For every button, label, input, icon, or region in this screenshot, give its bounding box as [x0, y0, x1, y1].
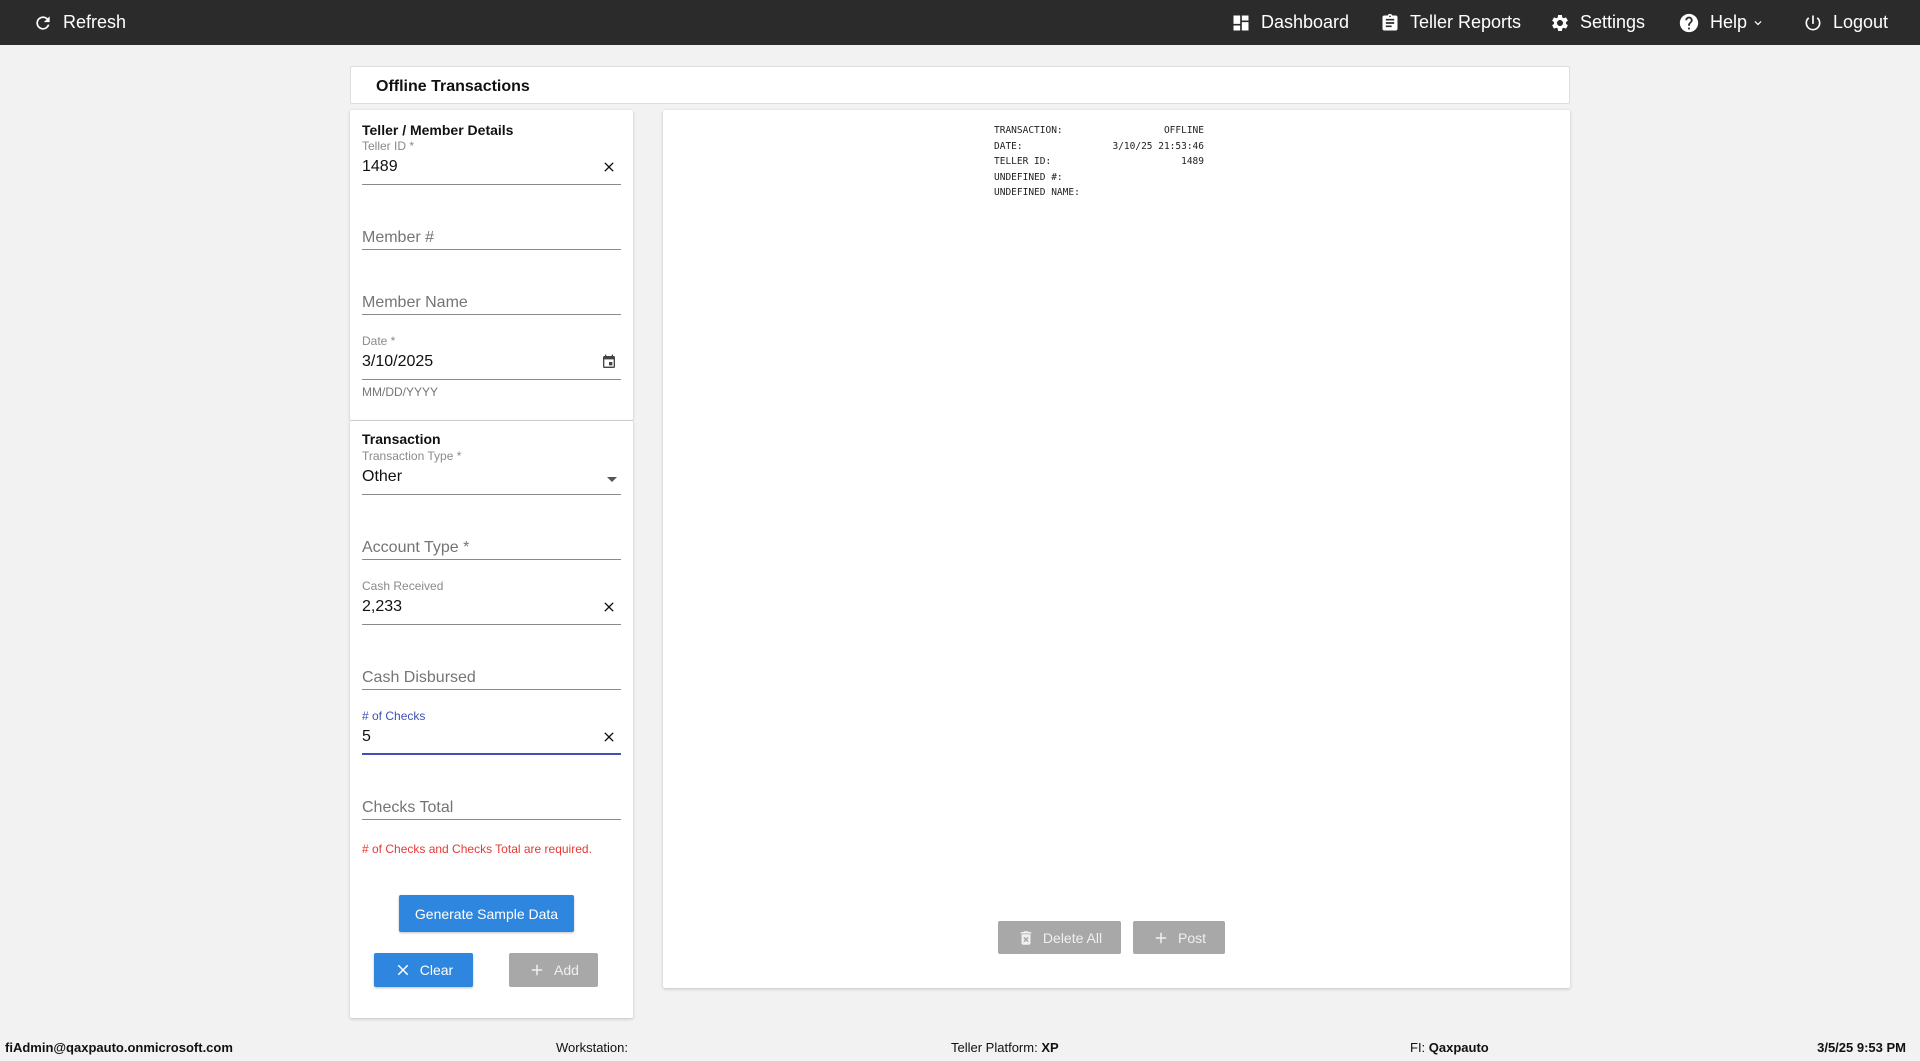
logout-label: Logout: [1833, 12, 1889, 32]
transaction-type-label: Transaction Type *: [362, 449, 462, 463]
refresh-icon: [36, 15, 50, 30]
footer-workstation: Workstation:: [556, 1040, 628, 1055]
add-button[interactable]: Add: [509, 953, 598, 987]
help-label: Help: [1710, 12, 1748, 32]
platform-label: Teller Platform:: [951, 1040, 1038, 1055]
member-number-field[interactable]: Member #: [362, 204, 621, 250]
receipt-value: OFFLINE: [1163, 125, 1204, 136]
gear-icon: [1552, 14, 1568, 31]
cash-disbursed-field[interactable]: Cash Disbursed: [362, 644, 621, 690]
receipt-row: TRANSACTION: OFFLINE: [994, 123, 1204, 139]
plus-icon: [1155, 932, 1167, 943]
clear-icon[interactable]: [601, 159, 617, 175]
receipt-preview-panel: TRANSACTION: OFFLINE DATE: 3/10/25 21:53…: [663, 110, 1570, 988]
receipt-label: DATE:: [994, 140, 1023, 152]
member-details-title: Teller / Member Details: [362, 122, 514, 138]
teller-id-label: Teller ID *: [362, 139, 415, 153]
footer-datetime: 3/5/25 9:53 PM: [1817, 1040, 1906, 1055]
receipt-preview: TRANSACTION: OFFLINE DATE: 3/10/25 21:53…: [994, 123, 1204, 201]
page-title: Offline Transactions: [376, 78, 530, 95]
receipt-label: TELLER ID:: [994, 156, 1052, 167]
member-details-card: Teller / Member Details Teller ID * 1489…: [350, 110, 633, 420]
footer-platform: Teller Platform: XP: [951, 1040, 1059, 1055]
teller-reports-link[interactable]: Teller Reports: [1380, 0, 1521, 45]
power-icon: [1805, 15, 1821, 30]
date-value[interactable]: 3/10/2025: [362, 353, 433, 371]
account-type-placeholder: Account Type *: [362, 539, 470, 556]
receipt-row: TELLER ID: 1489: [994, 154, 1204, 170]
member-name-placeholder: Member Name: [362, 294, 468, 311]
account-type-field[interactable]: Account Type *: [362, 514, 621, 560]
top-navigation-bar: Refresh Dashboard Teller Reports Setting…: [0, 0, 1920, 45]
date-label: Date *: [362, 334, 396, 348]
date-field[interactable]: Date * 3/10/2025: [362, 334, 621, 380]
checks-count-value[interactable]: 5: [362, 728, 371, 746]
dashboard-link[interactable]: Dashboard: [1231, 0, 1349, 45]
refresh-label: Refresh: [63, 12, 127, 32]
page-header: Offline Transactions: [350, 66, 1570, 104]
cash-received-value[interactable]: 2,233: [362, 598, 402, 616]
cash-disbursed-placeholder: Cash Disbursed: [362, 669, 476, 686]
fi-value: Qaxpauto: [1428, 1040, 1489, 1055]
checks-total-placeholder: Checks Total: [362, 799, 454, 816]
generate-sample-data-label: Generate Sample Data: [414, 905, 559, 922]
refresh-button[interactable]: Refresh: [33, 0, 126, 45]
checks-total-field[interactable]: Checks Total: [362, 774, 621, 820]
settings-link[interactable]: Settings: [1550, 0, 1645, 45]
post-label: Post: [1177, 929, 1206, 946]
transaction-title: Transaction: [362, 431, 441, 447]
clear-icon[interactable]: [601, 729, 617, 745]
clear-icon[interactable]: [601, 599, 617, 615]
dashboard-icon: [1233, 15, 1249, 30]
member-number-placeholder: Member #: [362, 229, 435, 246]
receipt-row: UNDEFINED #:: [994, 170, 1204, 186]
footer-user: fiAdmin@qaxpauto.onmicrosoft.com: [5, 1040, 233, 1055]
checks-count-label: # of Checks: [362, 709, 426, 723]
teller-reports-label: Teller Reports: [1410, 12, 1522, 32]
dashboard-label: Dashboard: [1261, 12, 1350, 32]
cash-received-label: Cash Received: [362, 579, 444, 593]
generate-sample-data-button[interactable]: Generate Sample Data: [399, 895, 574, 932]
help-icon: [1679, 13, 1699, 32]
receipt-value: 3/10/25 21:53:46: [1112, 140, 1204, 152]
calendar-icon[interactable]: [601, 354, 617, 370]
close-icon: [397, 964, 409, 976]
chevron-down-icon: [1754, 20, 1762, 25]
receipt-label: UNDEFINED NAME:: [994, 187, 1080, 198]
status-footer: fiAdmin@qaxpauto.onmicrosoft.com Worksta…: [0, 1037, 1920, 1061]
clipboard-icon: [1382, 13, 1398, 31]
trash-icon: [1020, 930, 1032, 945]
receipt-value: 1489: [1181, 156, 1204, 167]
teller-id-field[interactable]: Teller ID * 1489: [362, 139, 621, 185]
receipt-label: UNDEFINED #:: [994, 171, 1063, 183]
logout-button[interactable]: Logout: [1803, 0, 1888, 45]
workstation-label: Workstation:: [556, 1040, 629, 1055]
plus-icon: [531, 964, 543, 976]
delete-all-button[interactable]: Delete All: [998, 921, 1121, 954]
settings-label: Settings: [1580, 12, 1646, 32]
dropdown-arrow-icon[interactable]: [607, 477, 617, 482]
transaction-type-select[interactable]: Transaction Type * Other: [362, 449, 621, 495]
post-button[interactable]: Post: [1133, 921, 1225, 954]
cash-received-field[interactable]: Cash Received 2,233: [362, 579, 621, 625]
date-format-helper: MM/DD/YYYY: [362, 385, 439, 399]
clear-button[interactable]: Clear: [374, 953, 473, 987]
receipt-row: DATE: 3/10/25 21:53:46: [994, 139, 1204, 155]
teller-id-value[interactable]: 1489: [362, 158, 398, 176]
footer-fi: FI: Qaxpauto: [1410, 1040, 1489, 1055]
checks-count-field[interactable]: # of Checks 5: [362, 709, 621, 755]
transaction-type-value[interactable]: Other: [362, 468, 402, 486]
transaction-card: Transaction Transaction Type * Other Acc…: [350, 421, 633, 1018]
member-name-field[interactable]: Member Name: [362, 269, 621, 315]
validation-error: # of Checks and Checks Total are require…: [362, 842, 592, 856]
add-label: Add: [554, 962, 579, 978]
receipt-label: TRANSACTION:: [994, 125, 1063, 136]
fi-label: FI:: [1410, 1040, 1426, 1055]
receipt-row: UNDEFINED NAME:: [994, 185, 1204, 201]
help-menu[interactable]: Help: [1678, 0, 1765, 45]
platform-value: XP: [1041, 1040, 1059, 1055]
clear-label: Clear: [419, 962, 454, 978]
delete-all-label: Delete All: [1042, 929, 1103, 946]
